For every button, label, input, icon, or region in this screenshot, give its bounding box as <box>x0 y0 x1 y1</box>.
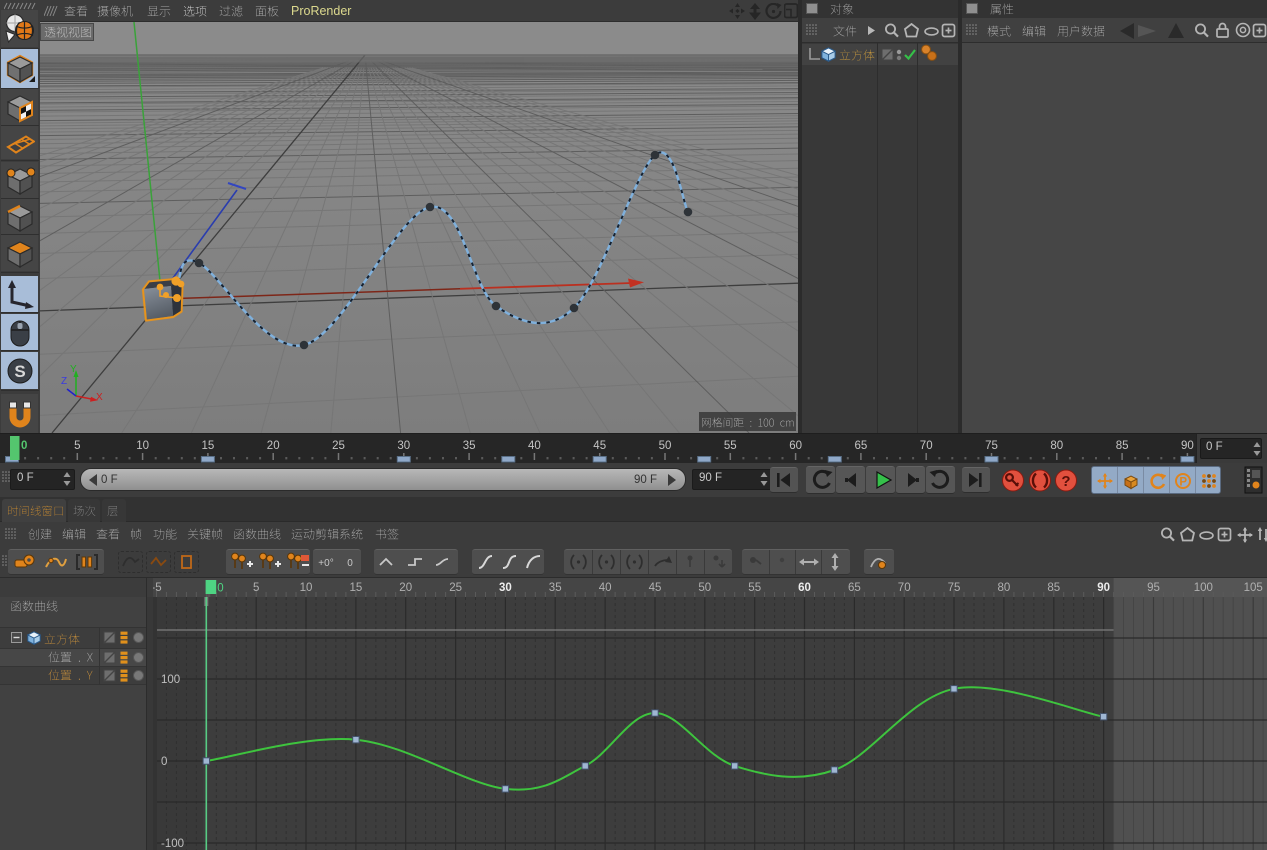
svg-text:15: 15 <box>350 582 363 594</box>
svg-text:P: P <box>1179 477 1187 489</box>
svg-text:Z: Z <box>61 376 67 387</box>
svg-text:5: 5 <box>74 440 80 452</box>
svg-text:X: X <box>96 392 103 403</box>
svg-text:15: 15 <box>202 440 215 452</box>
svg-text:-5: -5 <box>153 582 162 594</box>
svg-text:85: 85 <box>1047 582 1060 594</box>
svg-text:80: 80 <box>998 582 1011 594</box>
svg-text:55: 55 <box>724 440 737 452</box>
svg-text:Y: Y <box>70 364 77 375</box>
svg-text:60: 60 <box>798 582 811 594</box>
svg-text:5: 5 <box>253 582 259 594</box>
svg-text:35: 35 <box>463 440 476 452</box>
svg-text:90: 90 <box>1097 582 1110 594</box>
svg-text:S: S <box>14 362 25 381</box>
svg-text:40: 40 <box>528 440 541 452</box>
svg-text:30: 30 <box>397 440 410 452</box>
svg-text:55: 55 <box>748 582 761 594</box>
svg-text:0: 0 <box>217 583 223 595</box>
svg-text:0: 0 <box>347 558 353 569</box>
svg-text:0: 0 <box>21 440 27 452</box>
svg-text:105: 105 <box>1244 582 1263 594</box>
svg-text:60: 60 <box>789 440 802 452</box>
svg-text:30: 30 <box>499 582 512 594</box>
svg-text:50: 50 <box>698 582 711 594</box>
svg-text:40: 40 <box>599 582 612 594</box>
svg-text:75: 75 <box>948 582 961 594</box>
svg-text:80: 80 <box>1050 440 1063 452</box>
svg-text:70: 70 <box>898 582 911 594</box>
svg-text:90: 90 <box>1181 440 1194 452</box>
svg-text:?: ? <box>1061 473 1070 490</box>
svg-text:20: 20 <box>267 440 280 452</box>
svg-text:65: 65 <box>855 440 868 452</box>
svg-text:75: 75 <box>985 440 998 452</box>
svg-text:85: 85 <box>1116 440 1129 452</box>
svg-text:0: 0 <box>161 756 167 768</box>
svg-text:-100: -100 <box>161 838 184 850</box>
svg-text:50: 50 <box>659 440 672 452</box>
svg-text:+0°: +0° <box>318 558 333 569</box>
svg-text:25: 25 <box>332 440 345 452</box>
svg-text:100: 100 <box>161 674 180 686</box>
svg-text:10: 10 <box>300 582 313 594</box>
svg-text:20: 20 <box>399 582 412 594</box>
svg-text:35: 35 <box>549 582 562 594</box>
svg-text:45: 45 <box>649 582 662 594</box>
svg-text:100: 100 <box>1194 582 1213 594</box>
svg-text:45: 45 <box>593 440 606 452</box>
svg-text:70: 70 <box>920 440 933 452</box>
svg-text:10: 10 <box>136 440 149 452</box>
svg-text:95: 95 <box>1147 582 1160 594</box>
svg-text:65: 65 <box>848 582 861 594</box>
svg-text:25: 25 <box>449 582 462 594</box>
